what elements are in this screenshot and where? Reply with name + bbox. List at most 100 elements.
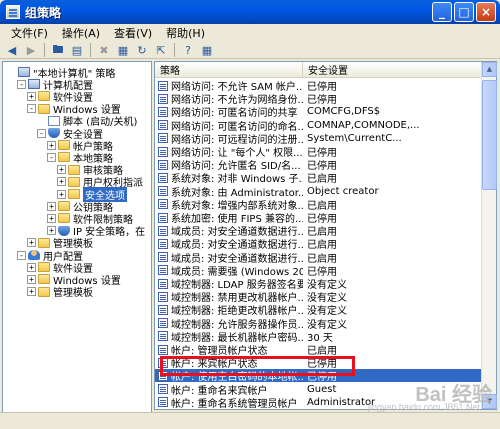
up-folder-icon[interactable]: 🖿: [50, 43, 66, 58]
policy-icon: [158, 133, 168, 144]
security-setting: COMCFG,DFS$: [307, 106, 381, 118]
policy-icon: [158, 106, 168, 117]
expand-icon[interactable]: +: [57, 165, 66, 175]
policy-row[interactable]: 域控制器: LDAP 服务器签名要求 没有定义: [155, 277, 496, 291]
policy-row[interactable]: 网络访问: 让 "每个人" 权限... 已停用: [155, 145, 496, 159]
close-button[interactable]: ×: [476, 2, 496, 22]
user-icon: [28, 250, 40, 260]
site-watermark: jingyan.baidu.com JB51.Net: [367, 402, 480, 412]
help-topics-icon[interactable]: ▦: [199, 43, 215, 58]
collapse-icon[interactable]: -: [37, 128, 46, 138]
back-icon[interactable]: ◀: [4, 43, 20, 58]
folder-icon: [58, 213, 70, 224]
policy-icon: [158, 212, 168, 223]
policy-row[interactable]: 域控制器: 禁用更改机器帐户... 没有定义: [155, 290, 496, 304]
status-bar: [0, 412, 500, 429]
help-icon[interactable]: ?: [180, 43, 196, 58]
policy-icon: [158, 172, 168, 183]
policy-row[interactable]: 网络访问: 可远程访问的注册... System\CurrentC...: [155, 132, 496, 146]
policy-icon: [158, 159, 168, 170]
policy-row[interactable]: 网络访问: 可匿名访问的共享 COMCFG,DFS$: [155, 105, 496, 119]
delete-icon[interactable]: ✖: [96, 43, 112, 58]
document-icon: [48, 115, 60, 126]
maximize-button[interactable]: □: [454, 2, 474, 22]
policy-row[interactable]: 域控制器: 最长机器帐户密码... 30 天: [155, 330, 496, 344]
policy-icon: [158, 120, 168, 131]
policy-icon: [158, 331, 168, 342]
policy-row[interactable]: 域成员: 需要强 (Windows 20... 已停用: [155, 264, 496, 278]
policy-icon: [158, 199, 168, 210]
expand-icon[interactable]: +: [47, 140, 56, 150]
scroll-thumb[interactable]: [482, 80, 497, 190]
window-title: 组策略: [25, 5, 62, 20]
group-policy-icon: [6, 5, 20, 19]
security-setting: Object creator: [307, 185, 379, 197]
column-header-policy[interactable]: 策略: [155, 62, 303, 78]
expand-icon[interactable]: +: [27, 287, 36, 297]
policy-icon: [158, 252, 168, 263]
policy-icon: [158, 146, 168, 157]
policy-row[interactable]: 网络访问: 允许匿名 SID/名... 已停用: [155, 158, 496, 172]
collapse-icon[interactable]: -: [17, 79, 26, 89]
policy-row[interactable]: 域成员: 对安全通道数据进行... 已启用: [155, 251, 496, 265]
security-setting: 已启用: [307, 174, 337, 186]
forward-icon[interactable]: ▶: [23, 43, 39, 58]
policy-name: 帐户: 重命名系统管理员帐户: [171, 398, 298, 410]
policy-row[interactable]: 域控制器: 允许服务器操作员... 没有定义: [155, 317, 496, 331]
pc-icon: [28, 79, 40, 90]
shield-icon: [48, 128, 60, 138]
menu-action[interactable]: 操作(A): [55, 25, 107, 41]
folder-icon: [38, 103, 50, 114]
column-header-setting[interactable]: 安全设置: [303, 62, 496, 78]
policy-icon: [158, 265, 168, 276]
expand-icon[interactable]: +: [57, 189, 66, 199]
policy-icon: [158, 304, 168, 315]
policy-row[interactable]: 域控制器: 拒绝更改机器帐户... 没有定义: [155, 303, 496, 317]
pc-icon: [18, 67, 30, 77]
expand-icon[interactable]: +: [47, 213, 56, 223]
policy-icon: [158, 278, 168, 289]
folder-icon: [68, 189, 80, 199]
vertical-scrollbar[interactable]: ▲ ▼: [481, 62, 497, 409]
scroll-up-icon[interactable]: ▲: [482, 62, 497, 77]
policy-row[interactable]: 系统加密: 使用 FIPS 兼容的... 已停用: [155, 211, 496, 225]
policy-icon: [158, 186, 168, 197]
folder-icon: [68, 164, 80, 175]
collapse-icon[interactable]: -: [27, 104, 36, 114]
folder-icon: [38, 274, 50, 285]
expand-icon[interactable]: +: [27, 91, 36, 101]
folder-icon: [58, 201, 70, 212]
policy-row[interactable]: 网络访问: 不允许为网络身份... 已停用: [155, 92, 496, 106]
menu-view[interactable]: 查看(V): [107, 25, 159, 41]
properties-icon[interactable]: ▦: [115, 43, 131, 58]
menu-help[interactable]: 帮助(H): [159, 25, 212, 41]
policy-icon: [158, 344, 168, 355]
show-tree-icon[interactable]: ▤: [69, 43, 85, 58]
expand-icon[interactable]: +: [27, 238, 36, 248]
policy-row[interactable]: 域成员: 对安全通道数据进行... 已启用: [155, 237, 496, 251]
policy-icon: [158, 80, 168, 91]
policy-row[interactable]: 域成员: 对安全通道数据进行... 已启用: [155, 224, 496, 238]
expand-icon[interactable]: +: [27, 274, 36, 284]
tree-node[interactable]: + 管理模板: [27, 286, 93, 299]
collapse-icon[interactable]: -: [47, 152, 56, 162]
expand-icon[interactable]: +: [57, 177, 66, 187]
refresh-icon[interactable]: ↻: [134, 43, 150, 58]
expand-icon[interactable]: +: [27, 262, 36, 272]
export-icon[interactable]: ⇱: [153, 43, 169, 58]
collapse-icon[interactable]: -: [17, 250, 26, 260]
expand-icon[interactable]: +: [47, 201, 56, 211]
policy-row[interactable]: 系统对象: 增强内部系统对象... 已启用: [155, 198, 496, 212]
policy-row[interactable]: 帐户: 管理员帐户状态 已启用: [155, 343, 496, 357]
expand-icon[interactable]: +: [47, 226, 56, 236]
policy-row[interactable]: 网络访问: 不允许 SAM 帐户... 已停用: [155, 79, 496, 93]
minimize-button[interactable]: _: [432, 2, 452, 22]
policy-row[interactable]: 系统对象: 对非 Windows 子... 已启用: [155, 171, 496, 186]
policy-row[interactable]: 系统对象: 由 Administrator... Object creator: [155, 185, 496, 199]
policy-row[interactable]: 网络访问: 可匿名访问的命名... COMNAP,COMNODE,...: [155, 119, 496, 133]
policy-icon: [158, 93, 168, 104]
policy-icon: [158, 397, 168, 408]
tree-pane: "本地计算机" 策略 - 计算机配置 + 软件设置 - Windows 设置 脚本 (启动/关…: [2, 61, 152, 422]
menu-file[interactable]: 文件(F): [4, 25, 55, 41]
folder-icon: [38, 91, 50, 102]
